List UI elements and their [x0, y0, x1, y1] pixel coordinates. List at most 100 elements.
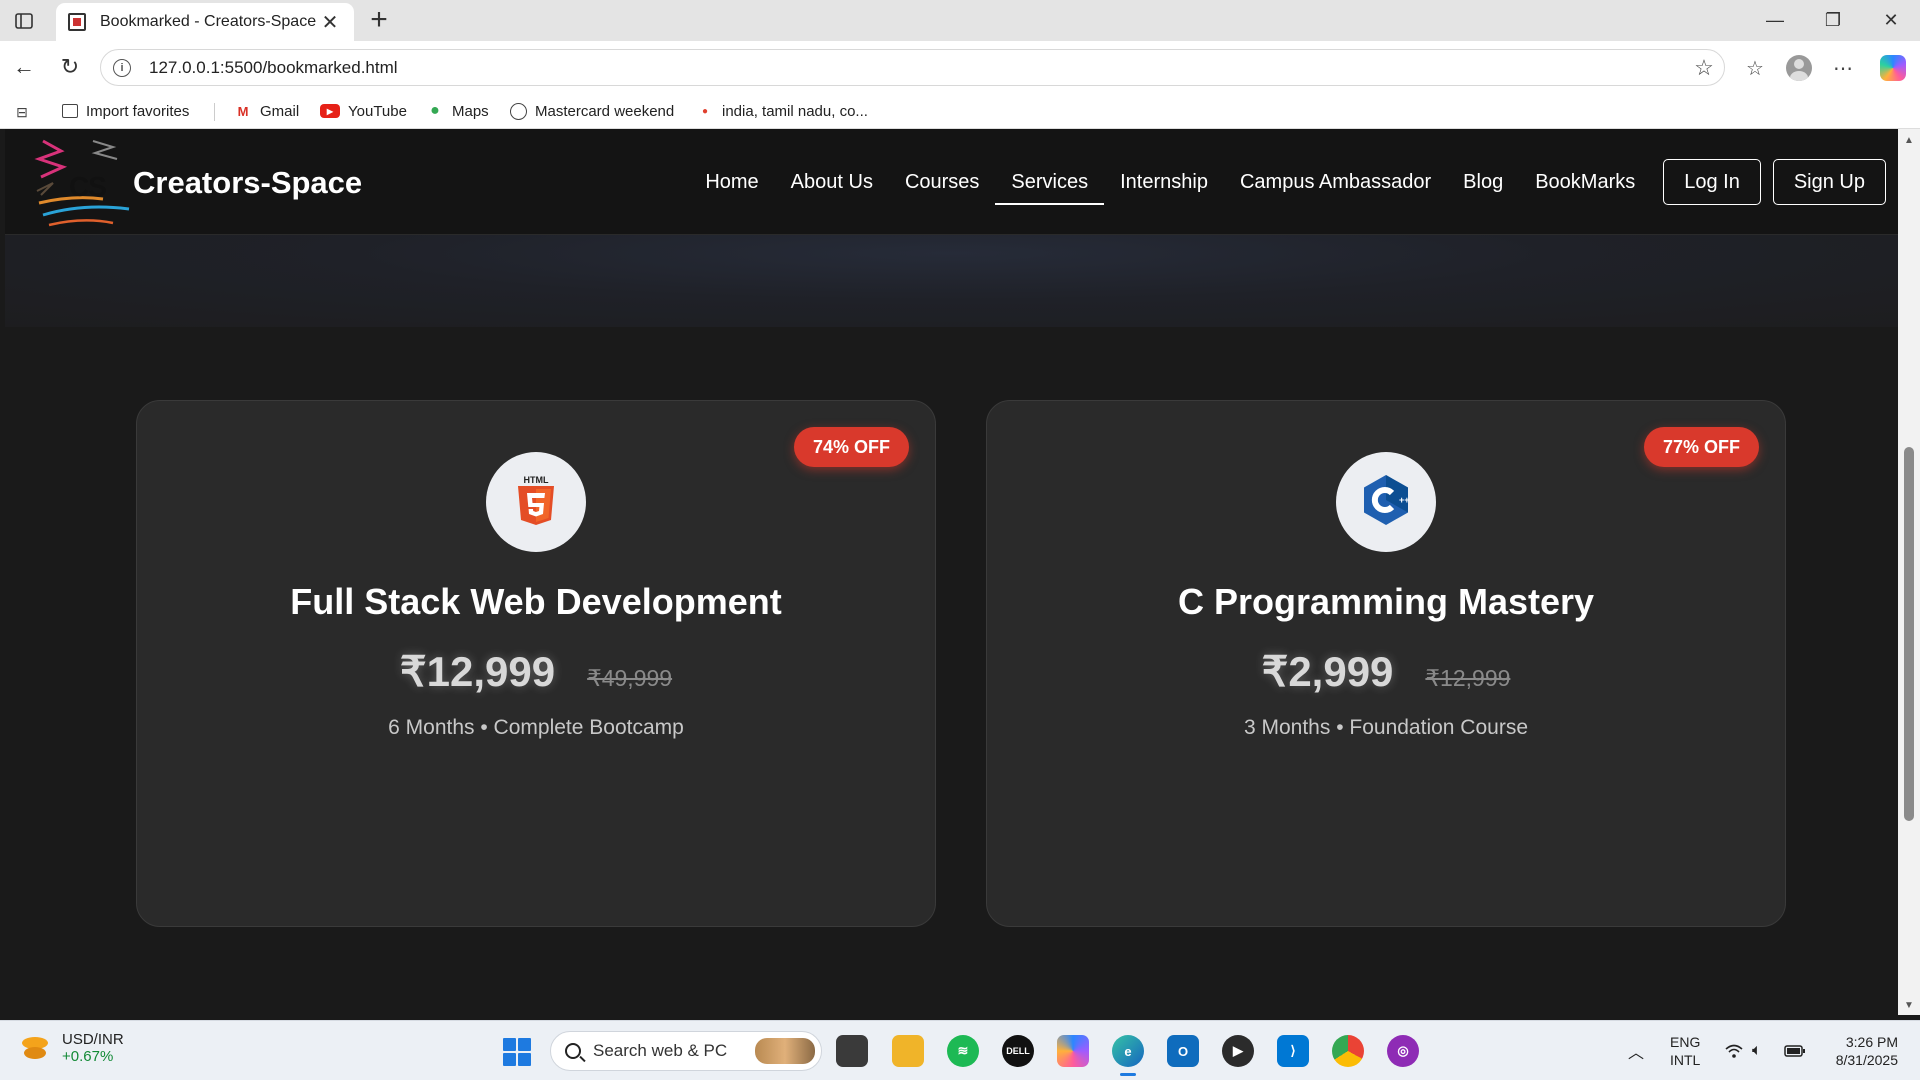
nav-about-us[interactable]: About Us [775, 159, 889, 205]
tab-actions-icon[interactable] [12, 9, 36, 33]
bookmark-label: YouTube [348, 102, 407, 120]
svg-text:HTML: HTML [524, 475, 549, 485]
new-tab-button[interactable]: + [364, 5, 394, 36]
windows-taskbar: USD/INR +0.67% Search web & PC ≋ DELL e … [0, 1020, 1920, 1080]
scroll-up-icon[interactable]: ▲ [1898, 135, 1920, 146]
bookmark-label: Import favorites [86, 102, 190, 120]
course-icon-circle: HTML [486, 452, 586, 552]
import-icon [62, 104, 78, 118]
course-old-price: ₹12,999 [1425, 665, 1511, 691]
page-viewport: CS Creators-Space Home About Us Courses … [5, 129, 1898, 1015]
weather-icon: ● [701, 105, 709, 117]
course-title: Full Stack Web Development [290, 581, 782, 622]
copilot-app-icon[interactable] [1057, 1035, 1089, 1067]
minimize-icon[interactable]: — [1746, 0, 1804, 41]
price-row: ₹12,999 ₹49,999 [137, 647, 935, 696]
bookmark-label: Mastercard weekend [535, 102, 675, 120]
browser-tab[interactable]: Bookmarked - Creators-Space ✕ [56, 3, 354, 41]
battery-icon[interactable] [1784, 1021, 1806, 1080]
html5-icon: HTML [514, 474, 558, 531]
youtube-icon: ▶ [320, 104, 340, 118]
nav-bookmarks[interactable]: BookMarks [1519, 159, 1651, 205]
window-close-icon[interactable]: ✕ [1862, 0, 1920, 41]
search-placeholder: Search web & PC [593, 1041, 728, 1060]
nav-internship[interactable]: Internship [1104, 159, 1224, 205]
volume-icon[interactable]: 🔈︎ [1752, 1021, 1762, 1080]
wifi-icon[interactable] [1724, 1021, 1744, 1080]
bookmark-label: Gmail [260, 102, 300, 120]
clock-date: 8/31/2025 [1835, 1052, 1898, 1068]
nav-home[interactable]: Home [689, 159, 774, 205]
bookmark-gmail[interactable]: M Gmail [234, 100, 300, 122]
edge-icon[interactable]: e [1112, 1035, 1144, 1076]
login-button[interactable]: Log In [1663, 159, 1761, 205]
widget-delta: +0.67% [62, 1048, 114, 1065]
url-text[interactable]: 127.0.0.1:5500/bookmarked.html [149, 58, 1684, 78]
course-card[interactable]: 74% OFF HTML Full Stack Web Development … [136, 400, 936, 927]
outlook-icon[interactable]: O [1167, 1035, 1199, 1067]
signup-button[interactable]: Sign Up [1772, 159, 1886, 205]
task-view-icon[interactable] [836, 1035, 868, 1067]
cpp-icon: ++ [1361, 473, 1411, 532]
browser-tab-bar: Bookmarked - Creators-Space ✕ + — ❐ ✕ [0, 0, 1920, 41]
media-player-icon[interactable]: ▶ [1222, 1035, 1254, 1067]
site-title[interactable]: Creators-Space [133, 165, 362, 201]
nav-blog[interactable]: Blog [1447, 159, 1519, 205]
nav-courses[interactable]: Courses [889, 159, 995, 205]
site-logo[interactable]: CS [33, 133, 137, 233]
currency-widget[interactable]: USD/INR +0.67% [20, 1031, 124, 1065]
site-info-icon[interactable]: i [113, 58, 131, 77]
taskbar-search[interactable]: Search web & PC [550, 1031, 822, 1071]
spotify-icon[interactable]: ≋ [947, 1035, 979, 1067]
file-explorer-icon[interactable] [892, 1035, 924, 1067]
maps-icon: ● [430, 102, 440, 119]
restore-icon[interactable]: ❐ [1804, 0, 1862, 41]
hero-band [5, 235, 1898, 327]
close-tab-icon[interactable]: ✕ [318, 10, 342, 35]
bookmark-label: india, tamil nadu, co... [722, 102, 868, 120]
site-favicon-icon [68, 13, 86, 31]
address-bar[interactable]: i 127.0.0.1:5500/bookmarked.html ☆ [100, 49, 1725, 86]
chrome-icon[interactable] [1332, 1035, 1364, 1067]
search-highlight-image [755, 1038, 815, 1064]
course-card[interactable]: 77% OFF ++ C Programming Mastery ₹2,999 … [986, 400, 1786, 927]
favorites-icon[interactable]: ☆ [1738, 51, 1772, 85]
profile-icon[interactable] [1782, 51, 1816, 85]
svg-text:++: ++ [1399, 495, 1410, 505]
lang-line-2: INTL [1670, 1052, 1701, 1068]
scrollbar-thumb[interactable] [1904, 447, 1914, 821]
more-options-icon[interactable]: ⋯ [1826, 51, 1860, 85]
windows-start-icon[interactable] [503, 1038, 531, 1066]
back-icon[interactable]: ← [8, 51, 40, 83]
nav-services[interactable]: Services [995, 159, 1104, 205]
bookmarks-bar: ⊟ Import favorites M Gmail ▶ YouTube ● M… [0, 94, 1920, 129]
bookmark-import-favorites[interactable]: Import favorites [62, 100, 189, 122]
course-price: ₹12,999 [399, 648, 556, 695]
price-row: ₹2,999 ₹12,999 [987, 647, 1785, 696]
course-icon-circle: ++ [1336, 452, 1436, 552]
nav-campus-ambassador[interactable]: Campus Ambassador [1224, 159, 1447, 205]
bookmark-youtube[interactable]: ▶ YouTube [320, 100, 407, 122]
copilot-icon[interactable] [1876, 51, 1910, 85]
bookmark-label: Maps [452, 102, 489, 120]
window-controls: — ❐ ✕ [1746, 0, 1920, 41]
scroll-down-icon[interactable]: ▼ [1898, 1000, 1920, 1011]
discount-badge: 77% OFF [1643, 427, 1759, 467]
course-price: ₹2,999 [1261, 648, 1394, 695]
vertical-scrollbar[interactable]: ▲ ▼ [1898, 129, 1920, 1015]
bookmark-maps[interactable]: ● Maps [426, 100, 489, 122]
favorite-star-icon[interactable]: ☆ [1684, 55, 1724, 81]
bookmark-weather[interactable]: ● india, tamil nadu, co... [696, 100, 868, 122]
course-meta: 3 Months • Foundation Course [1243, 716, 1528, 739]
refresh-icon[interactable]: ↻ [54, 51, 86, 83]
bookmarks-menu-icon[interactable]: ⊟ [12, 102, 32, 122]
vscode-icon[interactable]: ⟩ [1277, 1035, 1309, 1067]
dell-icon[interactable]: DELL [1002, 1035, 1034, 1067]
system-clock[interactable]: 3:26 PM 8/31/2025 [1836, 1033, 1898, 1069]
input-language[interactable]: ENG INTL [1670, 1033, 1700, 1069]
bookmark-mastercard-weekend[interactable]: Mastercard weekend [510, 100, 674, 122]
show-hidden-icons[interactable]: ︿ [1628, 1021, 1644, 1080]
search-icon [565, 1043, 581, 1059]
podcast-app-icon[interactable]: ◎ [1387, 1035, 1419, 1067]
gmail-icon: M [237, 103, 249, 119]
